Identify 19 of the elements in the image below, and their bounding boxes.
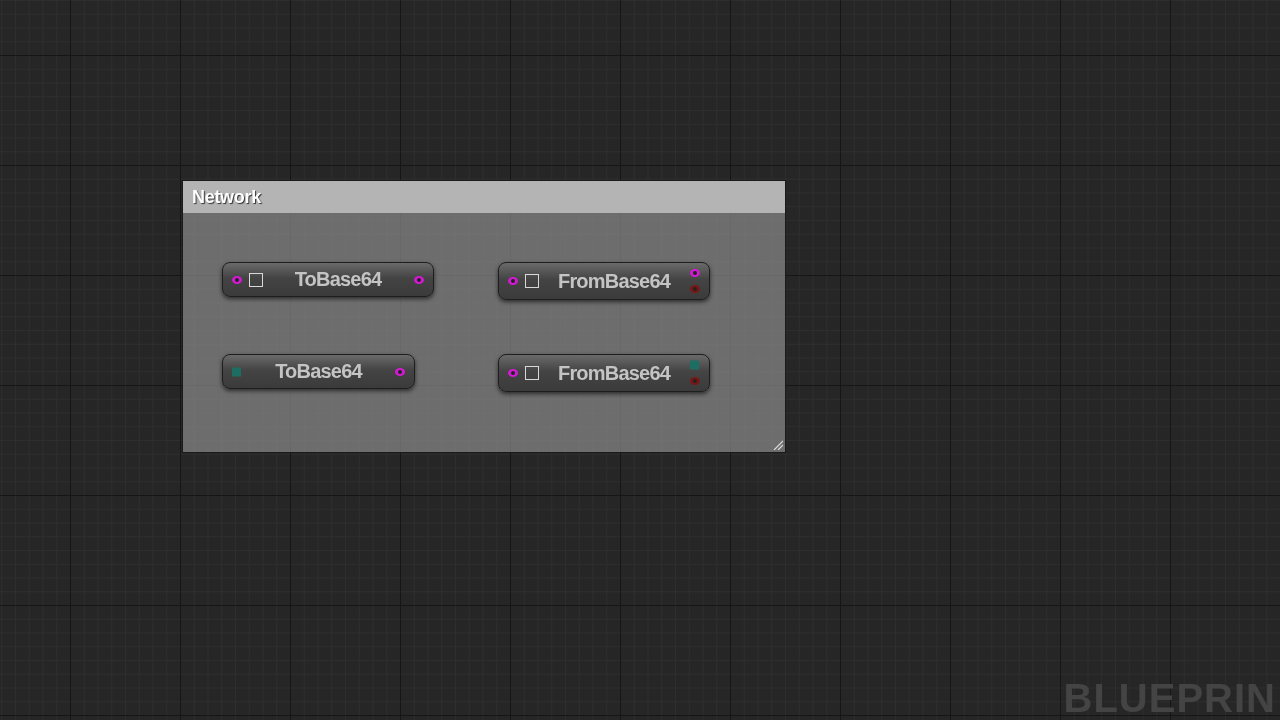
node-title: FromBase64	[556, 269, 672, 293]
node-title: ToBase64	[293, 268, 383, 291]
node-title: FromBase64	[556, 361, 672, 385]
graph-node[interactable]: ToBase64	[222, 354, 415, 389]
checkbox[interactable]	[525, 366, 539, 380]
node-title: ToBase64	[274, 360, 364, 383]
resize-grip-icon[interactable]	[773, 440, 783, 450]
pin-icon[interactable]	[507, 368, 519, 378]
graph-node[interactable]: ToBase64	[222, 262, 434, 297]
pin-icon[interactable]	[413, 274, 425, 285]
pin-icon[interactable]	[689, 268, 701, 278]
pin-icon[interactable]	[507, 276, 519, 286]
pin-icon[interactable]	[394, 366, 406, 377]
checkbox[interactable]	[249, 272, 263, 287]
graph-node[interactable]: FromBase64	[498, 354, 710, 392]
graph-node[interactable]: FromBase64	[498, 262, 710, 300]
pin-icon[interactable]	[231, 274, 243, 285]
comment-title: Network	[192, 186, 261, 208]
checkbox[interactable]	[525, 274, 539, 288]
